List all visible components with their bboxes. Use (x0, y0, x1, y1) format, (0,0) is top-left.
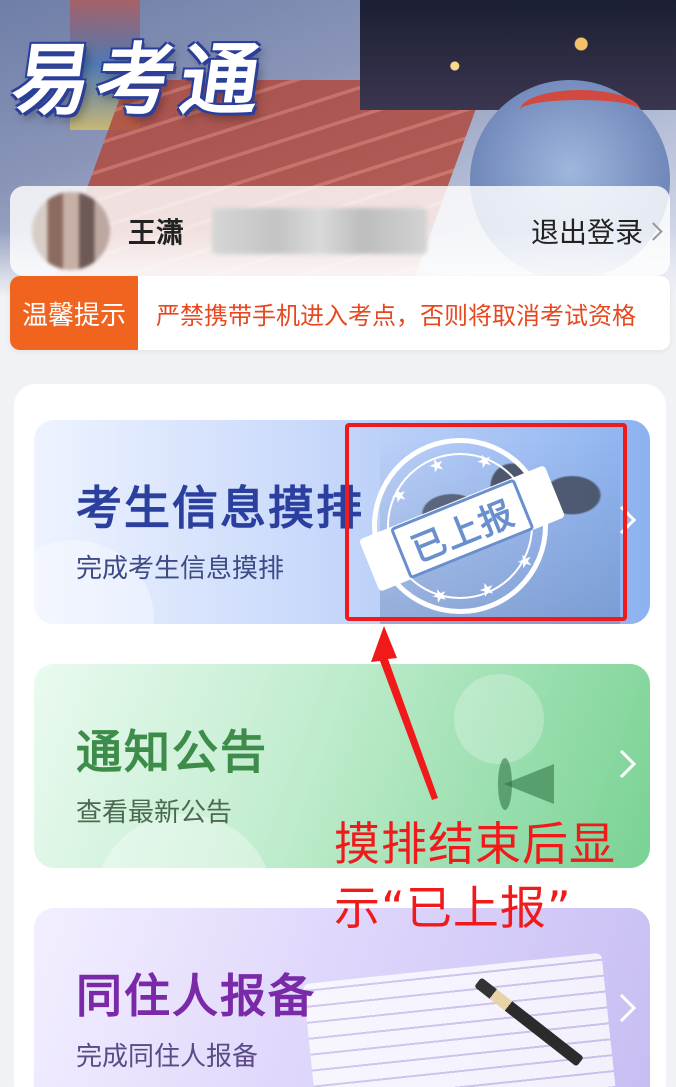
app-title: 易考通 (6, 35, 272, 126)
megaphone-icon (498, 754, 584, 814)
annotation-text: 摸排结束后显示“已上报” (334, 817, 616, 935)
chevron-right-icon (607, 993, 637, 1023)
avatar (32, 192, 110, 270)
card-subtitle: 完成同住人报备 (76, 1042, 259, 1072)
card-cohab-paper (302, 952, 618, 1087)
notice-tag: 温馨提示 (10, 276, 138, 350)
chevron-right-icon (644, 221, 663, 241)
user-bar: 王潇 退出登录 (10, 186, 670, 276)
phone-number-redacted (212, 208, 428, 254)
user-name: 王潇 (128, 216, 185, 249)
card-subtitle: 查看最新公告 (76, 798, 233, 828)
main-panel: 考生信息摸排 完成考生信息摸排 通知公告 查看最新公告 同住人报备 完成同住人报… (14, 384, 666, 1087)
card-decor-bubble (454, 674, 544, 764)
chevron-right-icon (607, 749, 637, 779)
logout-label: 退出登录 (530, 216, 643, 249)
notice-bar: 温馨提示 严禁携带手机进入考点，否则将取消考试资格 (10, 276, 670, 350)
card-student-info[interactable]: 考生信息摸排 完成考生信息摸排 (34, 420, 650, 624)
logout-button[interactable]: 退出登录 (530, 186, 663, 276)
card-title: 通知公告 (76, 725, 268, 779)
notice-text: 严禁携带手机进入考点，否则将取消考试资格 (156, 301, 636, 330)
banner-art-ribbon (520, 90, 640, 130)
card-title: 同住人报备 (76, 969, 316, 1023)
card-title: 考生信息摸排 (76, 481, 364, 535)
card-subtitle: 完成考生信息摸排 (76, 554, 285, 584)
